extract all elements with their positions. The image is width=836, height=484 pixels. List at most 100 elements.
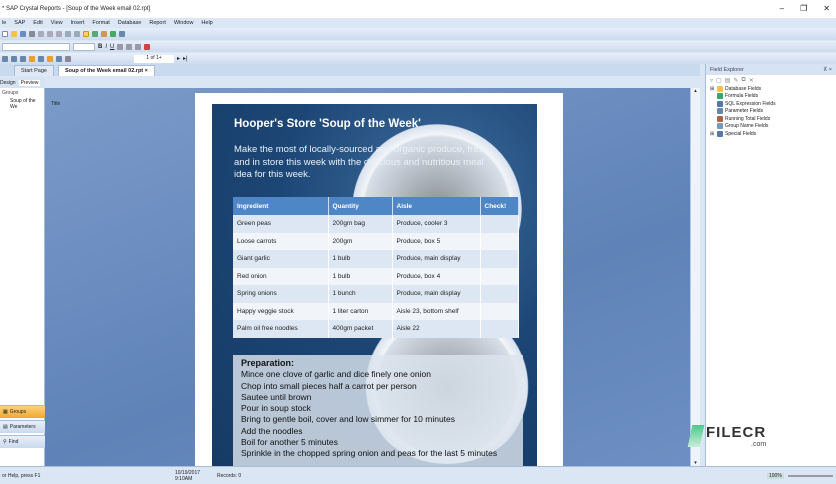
field-explorer-icon[interactable] [110,31,116,37]
scroll-up-icon[interactable]: ▴ [691,88,700,94]
save-icon[interactable] [20,31,26,37]
rename-icon[interactable]: ⧉ [741,77,745,84]
menu-insert[interactable]: Insert [71,20,85,26]
field-explorer-item[interactable]: Parameter Fields [706,108,836,116]
insert-group-icon[interactable] [11,55,17,62]
undo-icon[interactable] [65,31,71,37]
field-explorer-title: Field Explorer [710,66,744,73]
open-icon[interactable] [11,31,17,37]
menu-view[interactable]: View [51,20,63,26]
bold-icon[interactable]: B [98,44,102,50]
field-explorer-item[interactable]: Group Name Fields [706,123,836,131]
menu-window[interactable]: Window [174,20,194,26]
table-cell: Spring onions [233,285,329,303]
preparation-step: Bring to gentle boil, cover and low simm… [241,414,456,425]
close-tab-icon[interactable]: × [145,68,148,74]
table-cell: Red onion [233,267,329,285]
find-icon[interactable] [119,31,125,37]
menu-edit[interactable]: Edit [33,20,42,26]
align-center-icon[interactable] [126,43,133,50]
groups-button[interactable]: ▦ Groups [0,405,45,418]
group-tree-item[interactable]: Soup of the We [0,98,44,110]
field-explorer-item-label: SQL Expression Fields [725,100,776,107]
zoom-slider[interactable] [787,474,833,477]
tab-report[interactable]: Soup of the Week email 02.rpt × [58,65,155,76]
cut-icon[interactable] [38,31,44,37]
delete-icon[interactable]: ✕ [749,77,754,84]
column-header: Ingredient [233,197,329,215]
table-cell [480,250,519,268]
table-cell [480,302,519,320]
field-explorer-item-label: Parameter Fields [725,108,764,115]
table-row: Palm oil free noodles 400gm packet Aisle 2… [233,320,519,338]
menu-format[interactable]: Format [92,20,109,26]
italic-icon[interactable]: I [105,44,107,50]
column-header: Quantity [328,197,393,215]
font-color-icon[interactable] [144,43,151,50]
insert-icon[interactable]: ▿ [710,77,713,84]
maximize-button[interactable]: ❐ [800,4,807,13]
formula-icon[interactable] [56,55,62,62]
expand-icon[interactable]: ⊞ [710,86,715,92]
filecr-domain: .com [751,441,767,448]
browse-icon[interactable]: ▢ [716,77,722,84]
navigation-toolbar: 1 of 1+ ▸ ▸| [0,53,836,64]
filecr-brand: FILECR [706,424,767,441]
field-explorer-item[interactable]: Formula Fields [706,93,836,101]
edit-icon[interactable]: ✎ [733,77,738,84]
field-explorer-item[interactable]: SQL Expression Fields [706,100,836,108]
insert-summary-icon[interactable] [20,55,26,62]
redo-icon[interactable] [74,31,80,37]
tab-design[interactable]: Design [0,80,16,86]
repository-icon[interactable] [101,31,107,37]
minimize-button[interactable]: – [780,4,784,13]
next-page-button[interactable]: ▸ [177,55,180,62]
preparation-step: Boil for another 5 minutes [241,437,338,448]
font-select[interactable] [2,42,70,51]
field-type-icon [717,85,723,92]
table-cell: Happy veggie stock [233,302,329,320]
expand-icon[interactable]: ⊞ [710,131,715,137]
tab-preview[interactable]: Preview [18,79,41,86]
field-explorer-item[interactable]: Running Total Fields [706,115,836,123]
insert-field-icon[interactable] [2,55,8,62]
underline-icon[interactable]: U [110,44,114,50]
report-explorer-icon[interactable] [92,31,98,37]
tab-report-label: Soup of the Week email 02.rpt [65,68,144,74]
field-explorer-item[interactable]: ⊞ Database Fields [706,85,836,93]
field-explorer-item-label: Running Total Fields [725,115,771,122]
status-bar: or Help, press F1 10/19/2017 9:10AM Reco… [0,466,836,484]
menu-report[interactable]: Report [149,20,166,26]
menu-help[interactable]: Help [201,20,212,26]
paste-icon[interactable] [56,31,62,37]
panel-close-icon[interactable]: ⊼ × [823,67,832,73]
last-page-button[interactable]: ▸| [183,55,188,62]
copy-icon[interactable] [47,31,53,37]
zoom-icon[interactable] [65,55,71,62]
align-left-icon[interactable] [117,43,124,50]
table-cell [480,232,519,250]
tab-start-page[interactable]: Start Page [14,65,54,76]
find-button[interactable]: ⚲ Find [0,435,45,448]
table-cell: 1 liter carton [328,302,393,320]
menu-sap[interactable]: SAP [14,20,25,26]
table-row: Green peas 200gm bag Produce, cooler 3 [233,215,519,233]
preparation-step: Sautee until brown [241,391,312,402]
select-expert-icon[interactable] [47,55,53,62]
new-icon[interactable]: ▤ [725,77,731,84]
field-explorer-item[interactable]: ⊞ Special Fields [706,130,836,138]
print-icon[interactable] [29,31,35,37]
toggle-field-view-icon[interactable] [83,31,89,37]
new-icon[interactable] [2,31,8,37]
vertical-scrollbar[interactable]: ▴ ▾ [690,88,700,466]
page-indicator[interactable]: 1 of 1+ [134,54,174,63]
close-button[interactable]: ✕ [823,4,830,13]
insert-chart-icon[interactable] [29,55,35,62]
menu-database[interactable]: Database [118,20,142,26]
insert-line-icon[interactable] [38,55,44,62]
parameters-button[interactable]: ▤ Parameters [0,420,45,433]
align-right-icon[interactable] [135,43,142,50]
field-type-icon [717,123,723,130]
font-size-select[interactable] [73,42,95,51]
menu-file[interactable]: le [2,20,6,26]
